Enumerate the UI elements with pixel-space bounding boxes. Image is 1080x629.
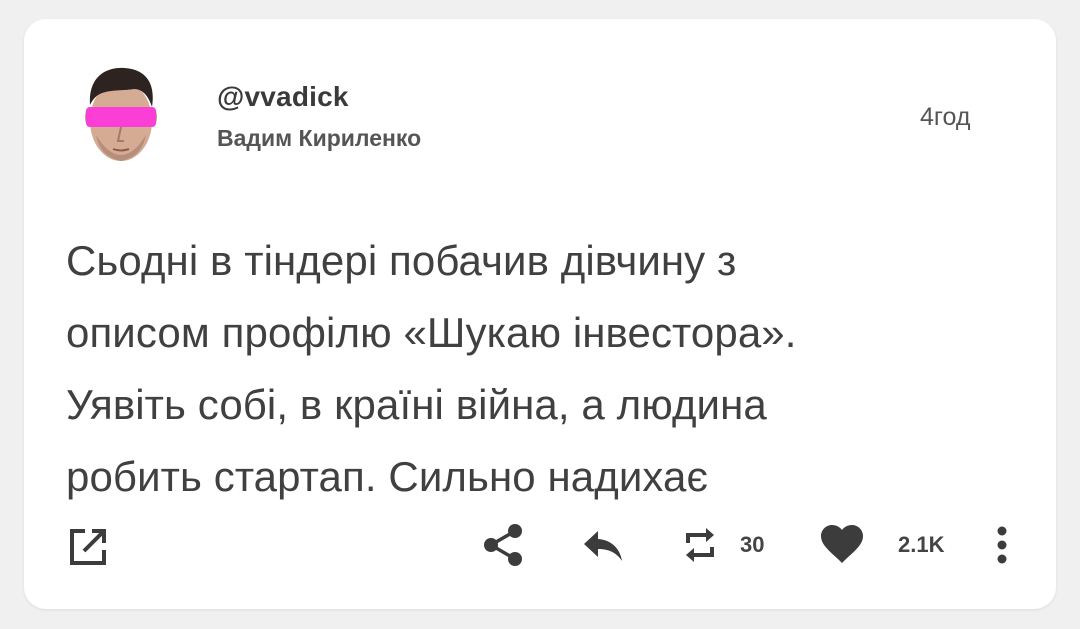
avatar[interactable]	[84, 65, 158, 165]
retweet-icon	[680, 525, 720, 565]
open-external-button[interactable]	[68, 527, 108, 567]
like-count: 2.1K	[898, 532, 945, 557]
open-external-icon	[68, 527, 108, 567]
user-handle[interactable]: @vvadick	[217, 81, 349, 113]
tweet-text: Сьодні в тіндері побачив дівчину з описо…	[66, 237, 797, 500]
timestamp: 4год	[920, 103, 971, 131]
more-vertical-icon	[996, 525, 1008, 565]
reply-icon	[582, 529, 624, 563]
like-button[interactable]: 2.1K	[820, 525, 944, 565]
share-icon	[482, 523, 524, 567]
tweet-card: @vvadick Вадим Кириленко 4год Сьодні в т…	[24, 19, 1056, 609]
retweet-count: 30	[740, 532, 765, 557]
user-display-name[interactable]: Вадим Кириленко	[217, 125, 421, 152]
more-options-button[interactable]	[996, 525, 1008, 565]
retweet-button[interactable]: 30	[680, 525, 764, 565]
heart-icon	[820, 525, 864, 565]
share-button[interactable]	[482, 523, 524, 567]
reply-button[interactable]	[582, 529, 624, 563]
